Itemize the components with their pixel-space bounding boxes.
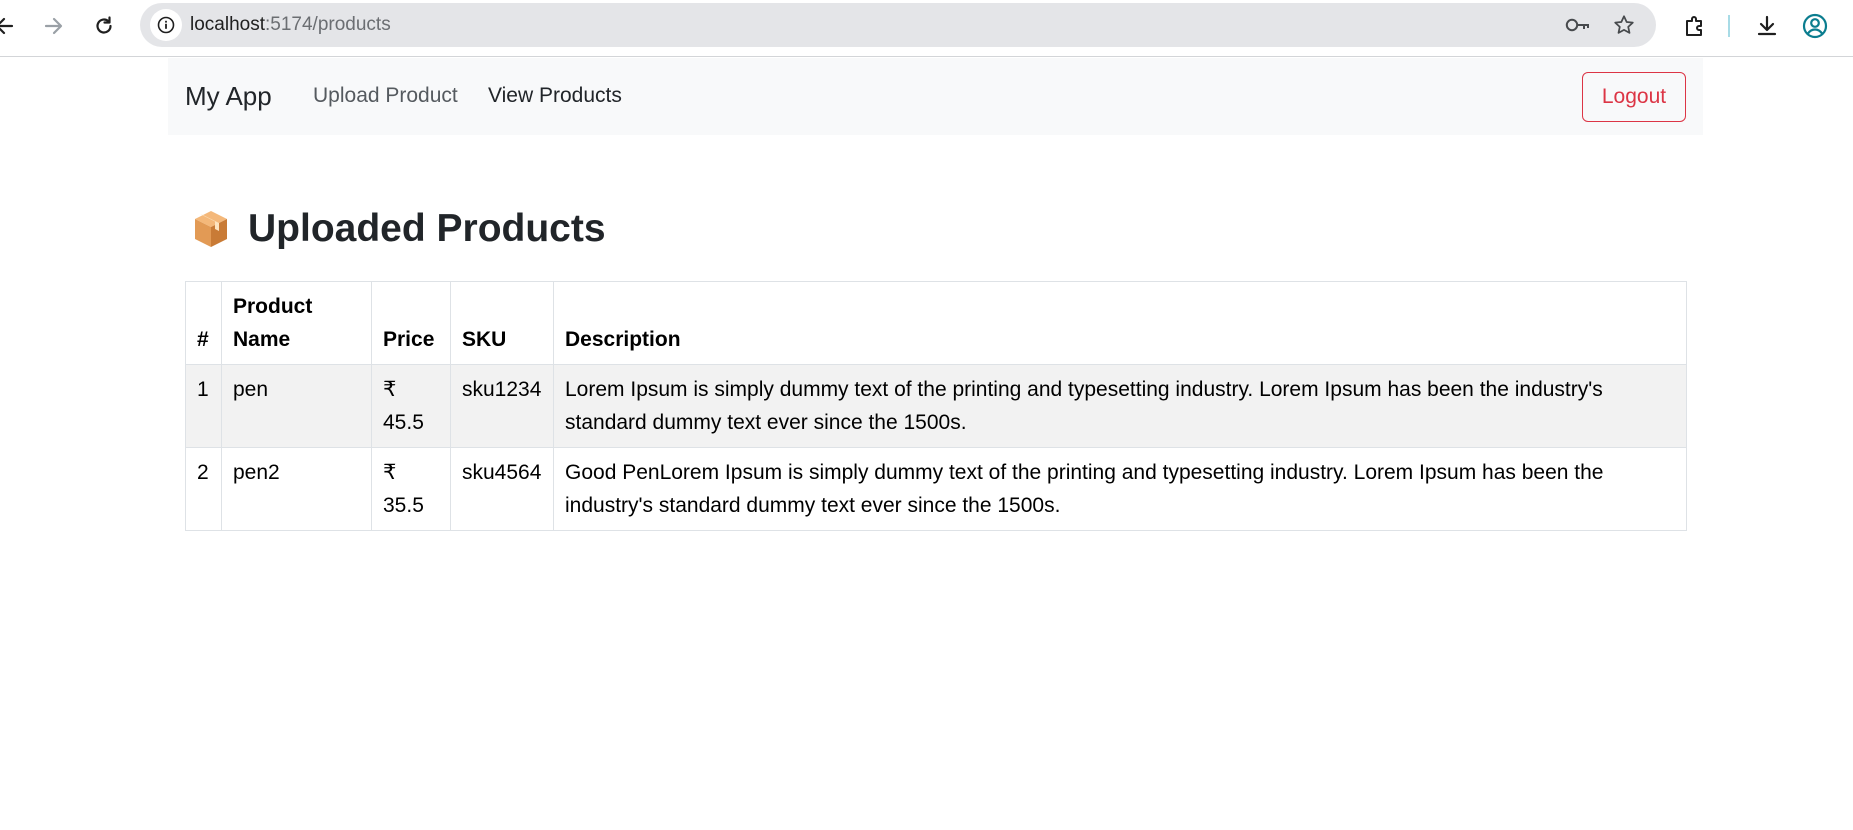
toolbar-divider <box>1728 15 1730 37</box>
address-bar[interactable]: localhost:5174/products <box>140 3 1656 47</box>
cell-num: 2 <box>185 447 222 531</box>
cell-product-name: pen <box>221 364 372 448</box>
download-icon[interactable] <box>1752 11 1782 41</box>
table-row: 2 pen2 ₹ 35.5 sku4564 Good PenLorem Ipsu… <box>185 447 1687 531</box>
page-title: Uploaded Products <box>248 207 606 250</box>
cell-num: 1 <box>185 364 222 448</box>
cell-price: ₹ 35.5 <box>371 447 451 531</box>
cell-product-name: pen2 <box>221 447 372 531</box>
url-text: localhost:5174/products <box>190 14 391 36</box>
puzzle-icon[interactable] <box>1680 11 1710 41</box>
cell-sku: sku1234 <box>450 364 554 448</box>
profile-icon[interactable] <box>1800 11 1830 41</box>
key-icon[interactable] <box>1564 11 1592 39</box>
logout-button[interactable]: Logout <box>1582 72 1686 122</box>
brand-logo[interactable]: My App <box>185 80 272 112</box>
cell-description: Good PenLorem Ipsum is simply dummy text… <box>553 447 1687 531</box>
package-icon <box>192 209 230 249</box>
col-header-product-name: Product Name <box>221 281 372 365</box>
nav-link-upload-product[interactable]: Upload Product <box>313 83 458 109</box>
cell-sku: sku4564 <box>450 447 554 531</box>
arrow-left-icon[interactable] <box>0 10 20 42</box>
star-icon[interactable] <box>1610 11 1638 39</box>
browser-toolbar: localhost:5174/products <box>0 0 1853 57</box>
url-path: :5174/products <box>265 14 391 35</box>
app-navbar: My App Upload Product View Products Logo… <box>168 58 1703 135</box>
nav-link-view-products[interactable]: View Products <box>488 83 622 109</box>
products-table: # Product Name Price SKU Description 1 p… <box>185 281 1687 531</box>
page-heading: Uploaded Products <box>192 204 606 254</box>
table-row: 1 pen ₹ 45.5 sku1234 Lorem Ipsum is simp… <box>185 364 1687 448</box>
arrow-right-icon[interactable] <box>38 10 70 42</box>
table-header-row: # Product Name Price SKU Description <box>185 281 1687 365</box>
col-header-price: Price <box>371 281 451 365</box>
info-icon[interactable] <box>150 9 182 41</box>
url-host: localhost <box>190 14 265 35</box>
cell-description: Lorem Ipsum is simply dummy text of the … <box>553 364 1687 448</box>
reload-icon[interactable] <box>88 10 120 42</box>
col-header-description: Description <box>553 281 1687 365</box>
col-header-num: # <box>185 281 222 365</box>
col-header-sku: SKU <box>450 281 554 365</box>
cell-price: ₹ 45.5 <box>371 364 451 448</box>
